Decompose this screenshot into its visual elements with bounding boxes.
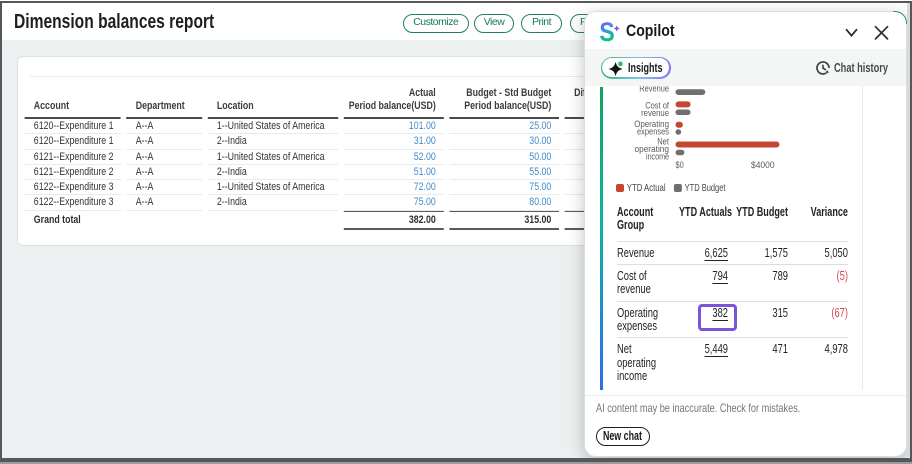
svg-text:$0: $0 — [676, 160, 684, 170]
svg-text:revenue: revenue — [641, 108, 669, 118]
svg-text:income: income — [646, 152, 669, 162]
svg-text:YTD Actual: YTD Actual — [627, 183, 666, 194]
svg-text:YTD Budget: YTD Budget — [685, 183, 726, 194]
svg-text:expenses: expenses — [637, 127, 669, 137]
svg-text:$4000: $4000 — [751, 160, 775, 170]
svg-text:S: S — [599, 17, 614, 45]
